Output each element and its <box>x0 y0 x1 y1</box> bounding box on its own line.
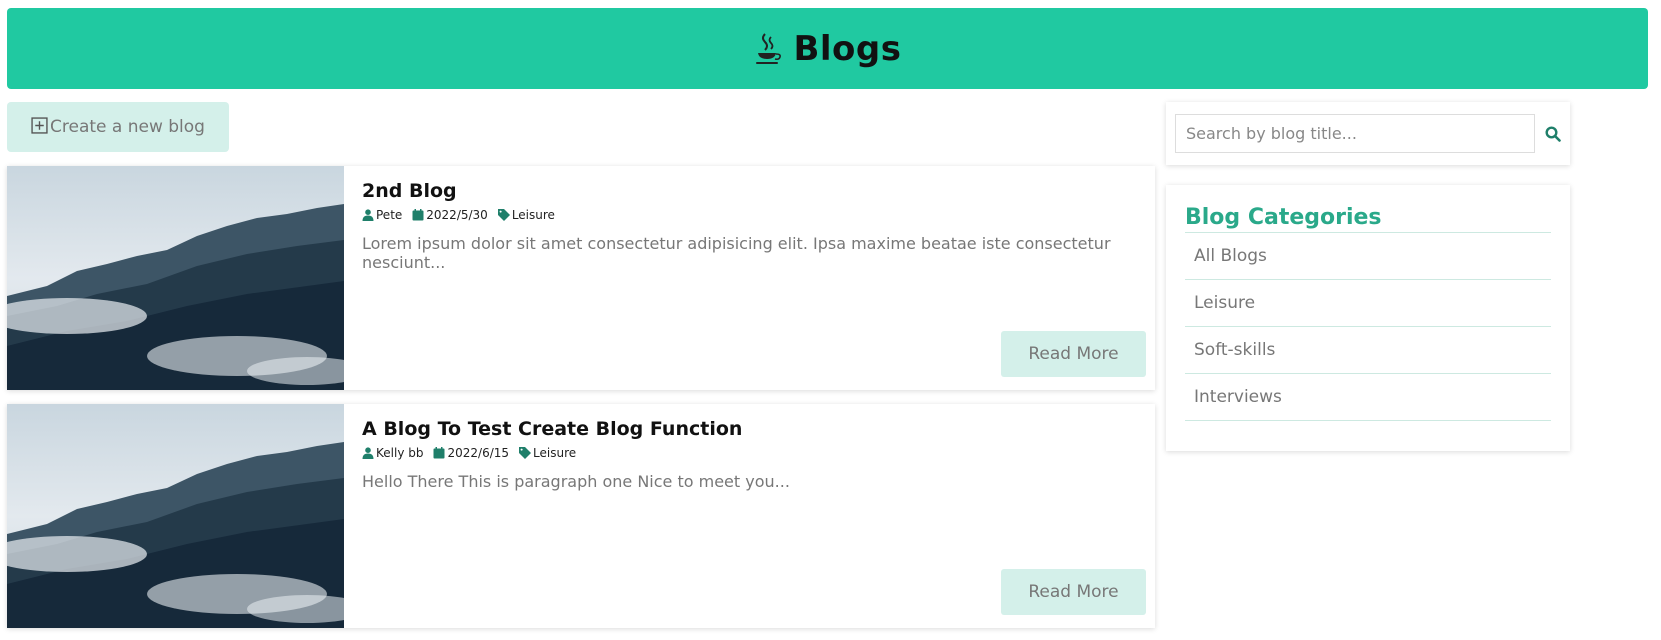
blog-title[interactable]: 2nd Blog <box>362 180 1137 202</box>
read-more-button[interactable]: Read More <box>1001 569 1146 615</box>
category-item-leisure[interactable]: Leisure <box>1185 280 1551 327</box>
blog-date: 2022/5/30 <box>412 208 488 222</box>
search-icon <box>1545 125 1561 142</box>
search-input[interactable] <box>1175 114 1535 153</box>
page-title: Blogs <box>793 28 902 69</box>
category-item-interviews[interactable]: Interviews <box>1185 374 1551 421</box>
blog-meta: Kelly bb 2022/6/15 Leisure <box>362 446 1137 460</box>
blog-date-text: 2022/5/30 <box>426 208 488 222</box>
blog-excerpt: Hello There This is paragraph one Nice t… <box>362 472 790 491</box>
blog-author-name: Kelly bb <box>376 446 424 460</box>
category-item-all-blogs[interactable]: All Blogs <box>1185 233 1551 280</box>
blog-card: A Blog To Test Create Blog Function Kell… <box>7 404 1155 628</box>
calendar-icon <box>412 209 424 221</box>
blog-date: 2022/6/15 <box>433 446 509 460</box>
blog-thumbnail-image <box>7 404 344 628</box>
user-icon <box>362 447 374 459</box>
search-panel <box>1166 102 1570 165</box>
blog-categories-panel: Blog Categories All Blogs Leisure Soft-s… <box>1166 185 1570 451</box>
blog-excerpt: Lorem ipsum dolor sit amet consectetur a… <box>362 234 1111 273</box>
blog-author: Kelly bb <box>362 446 423 460</box>
java-cup-icon <box>756 32 782 64</box>
search-button[interactable] <box>1538 114 1568 153</box>
calendar-icon <box>433 447 445 459</box>
create-blog-label: Create a new blog <box>50 117 205 137</box>
blog-author: Pete <box>362 208 402 222</box>
blog-category: Leisure <box>519 446 576 460</box>
plus-square-icon <box>31 116 48 134</box>
blog-card-body: A Blog To Test Create Blog Function Kell… <box>344 404 1155 628</box>
page-header: Blogs <box>7 8 1648 89</box>
blog-author-name: Pete <box>376 208 403 222</box>
categories-list: All Blogs Leisure Soft-skills Interviews <box>1185 233 1551 421</box>
read-more-button[interactable]: Read More <box>1001 331 1146 377</box>
categories-heading: Blog Categories <box>1185 205 1551 233</box>
blog-card: 2nd Blog Pete 2022/5/30 Leisure Lorem ip… <box>7 166 1155 390</box>
tag-icon <box>519 447 532 459</box>
create-blog-button[interactable]: Create a new blog <box>7 102 229 152</box>
category-item-soft-skills[interactable]: Soft-skills <box>1185 327 1551 374</box>
blog-card-body: 2nd Blog Pete 2022/5/30 Leisure Lorem ip… <box>344 166 1155 390</box>
tag-icon <box>497 209 510 221</box>
blog-category: Leisure <box>497 208 555 222</box>
blog-category-text: Leisure <box>511 208 555 222</box>
blog-meta: Pete 2022/5/30 Leisure <box>362 208 1137 222</box>
blog-thumbnail-image <box>7 166 344 390</box>
blog-category-text: Leisure <box>533 446 577 460</box>
blog-date-text: 2022/6/15 <box>447 446 510 460</box>
user-icon <box>362 209 374 221</box>
blog-title[interactable]: A Blog To Test Create Blog Function <box>362 418 1137 440</box>
